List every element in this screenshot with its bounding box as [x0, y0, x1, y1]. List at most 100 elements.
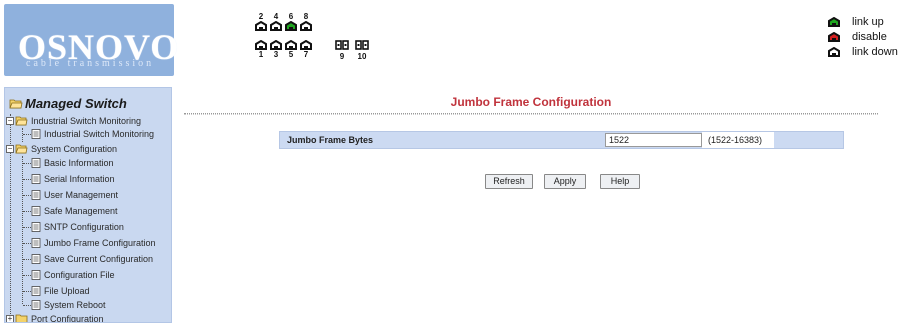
port-link-down-icon [270, 21, 282, 31]
tree-item-label: User Management [44, 190, 119, 200]
tree-item-label: System Configuration [31, 144, 118, 154]
disable-icon [828, 31, 840, 42]
tree-item-label: Configuration File [44, 270, 115, 280]
tree-item-label: Port Configuration [31, 314, 104, 323]
legend-link-up: link up [828, 14, 898, 29]
header-bar: OSNOVO cable transmission 2 4 6 8 1 3 5 … [0, 0, 910, 83]
sidebar-item-basic-information[interactable]: Basic Information [31, 158, 114, 168]
sidebar-item-industrial-switch-monitoring[interactable]: Industrial Switch Monitoring [31, 129, 154, 139]
tree-item-label: File Upload [44, 286, 90, 296]
sfp-port-9[interactable]: 9 [333, 40, 351, 61]
page-icon [31, 206, 41, 216]
port-link-down-icon [300, 40, 312, 50]
tree-item-label: Save Current Configuration [44, 254, 154, 264]
port-number: 9 [339, 52, 345, 61]
sidebar-item-user-management[interactable]: User Management [31, 190, 118, 200]
page-icon [31, 270, 41, 280]
link-down-icon [828, 46, 840, 57]
folder-closed-icon [15, 314, 28, 322]
port-link-down-icon [255, 21, 267, 31]
tree-item-label: Industrial Switch Monitoring [44, 129, 155, 139]
port-6[interactable]: 6 [284, 12, 298, 31]
tree-root[interactable]: Managed Switch [9, 96, 127, 111]
legend-label: link up [852, 15, 884, 28]
port-number: 10 [357, 52, 367, 61]
sfp-port-icon [355, 40, 369, 50]
jumbo-frame-bytes-label: Jumbo Frame Bytes [287, 135, 374, 145]
port-4[interactable]: 4 [269, 12, 283, 31]
port-3[interactable]: 3 [269, 40, 283, 59]
sidebar-item-port-configuration[interactable]: + Port Configuration [6, 314, 104, 323]
help-button[interactable]: Help [600, 174, 640, 189]
folder-open-icon [15, 116, 28, 126]
port-number: 7 [303, 50, 309, 59]
port-link-down-icon [285, 40, 297, 50]
expand-icon[interactable]: + [6, 315, 14, 322]
port-number: 5 [288, 50, 294, 59]
jumbo-frame-range-hint: (1522-16383) [702, 132, 774, 148]
page-icon [31, 174, 41, 184]
tree-root-label: Managed Switch [25, 96, 127, 111]
sidebar-item-save-current-configuration[interactable]: Save Current Configuration [31, 254, 153, 264]
apply-button[interactable]: Apply [544, 174, 586, 189]
port-7[interactable]: 7 [299, 40, 313, 59]
collapse-icon[interactable]: − [6, 117, 14, 125]
port-number: 8 [303, 12, 309, 21]
port-number: 1 [258, 50, 264, 59]
port-number: 6 [288, 12, 294, 21]
logo-subtitle: cable transmission [26, 58, 155, 69]
port-number: 3 [273, 50, 279, 59]
port-1[interactable]: 1 [254, 40, 268, 59]
sfp-port-10[interactable]: 10 [353, 40, 371, 61]
collapse-icon[interactable]: − [6, 145, 14, 153]
sfp-port-icon [335, 40, 349, 50]
jumbo-frame-row: Jumbo Frame Bytes (1522-16383) [279, 131, 844, 149]
page-icon [31, 286, 41, 296]
main-content: Jumbo Frame Configuration Jumbo Frame By… [184, 87, 906, 323]
page-icon [31, 222, 41, 232]
tree-item-label: System Reboot [44, 300, 106, 310]
folder-open-icon [9, 99, 23, 109]
legend-disable: disable [828, 29, 898, 44]
tree-item-label: SNTP Configuration [44, 222, 124, 232]
port-number: 2 [258, 12, 264, 21]
link-up-icon [828, 16, 840, 27]
port-legend: link up disable link down [828, 14, 898, 59]
page-icon [31, 129, 41, 139]
port-number: 4 [273, 12, 279, 21]
port-5[interactable]: 5 [284, 40, 298, 59]
folder-open-icon [15, 144, 28, 154]
port-link-up-icon [285, 21, 297, 31]
sidebar-item-file-upload[interactable]: File Upload [31, 286, 90, 296]
brand-logo: OSNOVO cable transmission [4, 4, 178, 76]
sidebar-item-safe-management[interactable]: Safe Management [31, 206, 118, 216]
legend-link-down: link down [828, 44, 898, 59]
page-icon [31, 300, 41, 310]
port-link-down-icon [300, 21, 312, 31]
title-divider [184, 113, 878, 115]
page-icon [31, 158, 41, 168]
port-link-down-icon [270, 40, 282, 50]
sidebar-item-configuration-file[interactable]: Configuration File [31, 270, 115, 280]
sidebar-tree: Managed Switch − Industrial Switch Monit… [4, 87, 172, 323]
tree-item-label: Safe Management [44, 206, 118, 216]
legend-label: link down [852, 45, 898, 58]
sidebar-item-system-configuration[interactable]: − System Configuration [6, 144, 117, 154]
tree-item-label: Basic Information [44, 158, 114, 168]
refresh-button[interactable]: Refresh [485, 174, 533, 189]
sidebar-item-serial-information[interactable]: Serial Information [31, 174, 115, 184]
tree-item-label: Jumbo Frame Configuration [44, 238, 156, 248]
page-icon [31, 190, 41, 200]
page-icon [31, 254, 41, 264]
sidebar-item-sntp-configuration[interactable]: SNTP Configuration [31, 222, 124, 232]
port-8[interactable]: 8 [299, 12, 313, 31]
port-2[interactable]: 2 [254, 12, 268, 31]
legend-label: disable [852, 30, 887, 43]
sidebar-item-system-reboot[interactable]: System Reboot [31, 300, 106, 310]
tree-item-label: Serial Information [44, 174, 115, 184]
page-title: Jumbo Frame Configuration [450, 95, 612, 109]
sidebar-item-jumbo-frame-configuration[interactable]: Jumbo Frame Configuration [31, 238, 156, 248]
jumbo-frame-bytes-input[interactable] [605, 133, 702, 147]
tree-item-label: Industrial Switch Monitoring [31, 116, 142, 126]
sidebar-item-industrial-switch-monitoring-folder[interactable]: − Industrial Switch Monitoring [6, 116, 141, 126]
